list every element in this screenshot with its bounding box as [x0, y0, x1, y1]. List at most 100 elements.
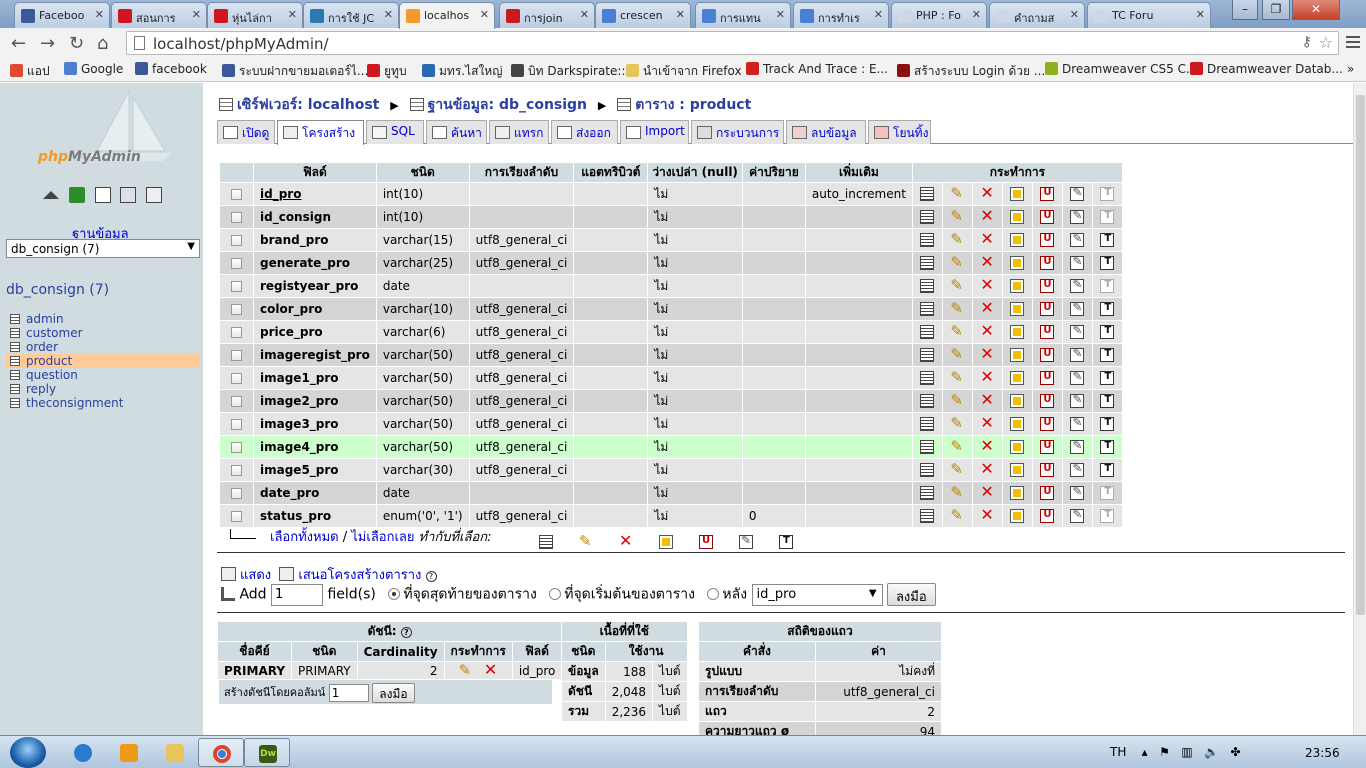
tab-insert[interactable]: แทรก [489, 120, 549, 144]
uncheck-all-link[interactable]: ไม่เลือกเลย [351, 530, 414, 545]
with-selected-browse-icon[interactable] [539, 535, 553, 549]
more-bookmarks-icon[interactable]: » [1347, 62, 1354, 76]
add-fields-go-button[interactable]: ลงมือ [886, 583, 936, 606]
row-checkbox[interactable] [231, 442, 242, 453]
browse-icon[interactable] [920, 417, 935, 432]
row-checkbox[interactable] [231, 258, 242, 269]
drop-icon[interactable] [980, 505, 994, 524]
unique-icon[interactable] [1040, 279, 1055, 294]
edit-icon[interactable] [950, 322, 964, 340]
fulltext-icon[interactable] [1100, 440, 1115, 455]
primary-icon[interactable] [1010, 417, 1025, 432]
bookmark-item[interactable]: แอป [10, 62, 50, 81]
row-checkbox[interactable] [231, 488, 242, 499]
with-selected-edit-icon[interactable] [579, 532, 593, 550]
index-icon[interactable] [1070, 208, 1085, 225]
primary-icon[interactable] [1010, 394, 1025, 409]
unique-icon[interactable] [1040, 440, 1055, 455]
fulltext-icon[interactable] [1100, 348, 1115, 363]
index-icon[interactable] [1070, 369, 1085, 386]
bookmark-item[interactable]: ระบบฝากขายมอเตอร์ไ... [222, 62, 368, 81]
browse-icon[interactable] [920, 279, 935, 294]
fulltext-icon[interactable] [1100, 463, 1115, 478]
edit-icon[interactable] [950, 184, 964, 202]
table-icon[interactable] [10, 384, 20, 394]
row-checkbox[interactable] [231, 212, 242, 223]
primary-icon[interactable] [1010, 440, 1025, 455]
check-all-link[interactable]: เลือกทั้งหมด [270, 530, 339, 545]
sidebar-table-label[interactable]: customer [26, 326, 83, 340]
browse-icon[interactable] [920, 210, 935, 225]
browse-icon[interactable] [920, 302, 935, 317]
index-icon[interactable] [1070, 231, 1085, 248]
tab-close-icon[interactable]: ✕ [95, 8, 104, 21]
index-icon[interactable] [1070, 438, 1085, 455]
tab-browse[interactable]: เปิดดู [217, 120, 275, 144]
edit-icon[interactable] [950, 391, 964, 409]
tab-close-icon[interactable]: ✕ [776, 8, 785, 21]
home-icon[interactable]: ⌂ [97, 33, 108, 54]
taskbar-explorer[interactable] [152, 738, 198, 767]
after-radio[interactable] [707, 587, 720, 600]
key-icon[interactable]: ⚷ [1302, 34, 1312, 50]
minimize-button[interactable]: – [1232, 0, 1258, 20]
help-icon[interactable] [120, 187, 137, 203]
with-selected-unique-icon[interactable] [699, 535, 713, 549]
sidebar-table-label[interactable]: reply [26, 382, 56, 396]
browser-tab[interactable]: TC Foru ✕ [1087, 2, 1211, 28]
reload-icon[interactable]: ↻ [69, 33, 84, 54]
docs-icon[interactable] [146, 187, 163, 203]
fulltext-icon[interactable] [1100, 371, 1115, 386]
restore-button[interactable]: ❐ [1262, 0, 1290, 20]
index-icon[interactable] [1070, 254, 1085, 271]
window-close-button[interactable]: ✕ [1292, 0, 1340, 20]
tab-structure[interactable]: โครงสร้าง [277, 120, 364, 145]
drop-icon[interactable] [980, 275, 994, 294]
fulltext-icon[interactable] [1100, 302, 1115, 317]
unique-icon[interactable] [1040, 187, 1055, 202]
tab-close-icon[interactable]: ✕ [288, 8, 297, 21]
primary-icon[interactable] [1010, 509, 1025, 524]
fulltext-icon[interactable] [1100, 417, 1115, 432]
fulltext-icon[interactable] [1100, 325, 1115, 340]
bookmark-item[interactable]: ยูทูบ [367, 62, 407, 81]
sidebar-table-admin[interactable]: admin [6, 312, 200, 326]
index-icon[interactable] [1070, 461, 1085, 478]
sidebar-table-order[interactable]: order [6, 340, 200, 354]
drop-icon[interactable] [980, 436, 994, 455]
taskbar-ie[interactable] [60, 738, 106, 767]
sidebar-table-label[interactable]: product [26, 354, 72, 368]
row-checkbox[interactable] [231, 350, 242, 361]
table-icon[interactable] [10, 342, 20, 352]
volume-icon[interactable]: 🔈 [1204, 745, 1219, 759]
edit-icon[interactable] [950, 299, 964, 317]
bookmark-item[interactable]: Google [64, 62, 123, 76]
index-icon[interactable] [1070, 484, 1085, 501]
unique-icon[interactable] [1040, 325, 1055, 340]
edit-icon[interactable] [950, 368, 964, 386]
tab-drop[interactable]: โยนทิ้ง [868, 120, 931, 144]
browser-tab[interactable]: คำถามส ✕ [989, 2, 1085, 28]
fulltext-icon[interactable] [1100, 256, 1115, 271]
bookmark-item[interactable]: บิท Darkspirate:: [511, 62, 625, 81]
home-icon[interactable] [43, 191, 59, 199]
primary-icon[interactable] [1010, 279, 1025, 294]
drop-icon[interactable] [980, 229, 994, 248]
primary-icon[interactable] [1010, 210, 1025, 225]
unique-icon[interactable] [1040, 509, 1055, 524]
edit-icon[interactable] [950, 437, 964, 455]
bookmark-item[interactable]: Dreamweaver Datab... [1190, 62, 1343, 76]
at-beginning-radio[interactable] [549, 587, 562, 600]
help-icon[interactable]: ? [400, 627, 412, 638]
primary-icon[interactable] [1010, 187, 1025, 202]
tab-operations[interactable]: กระบวนการ [691, 120, 784, 144]
row-checkbox[interactable] [231, 396, 242, 407]
start-button[interactable] [10, 737, 46, 768]
tab-close-icon[interactable]: ✕ [580, 8, 589, 21]
browse-icon[interactable] [920, 486, 935, 501]
edit-icon[interactable] [950, 460, 964, 478]
row-checkbox[interactable] [231, 511, 242, 522]
print-view-link[interactable]: แสดง [240, 568, 271, 583]
primary-icon[interactable] [1010, 486, 1025, 501]
browse-icon[interactable] [920, 394, 935, 409]
